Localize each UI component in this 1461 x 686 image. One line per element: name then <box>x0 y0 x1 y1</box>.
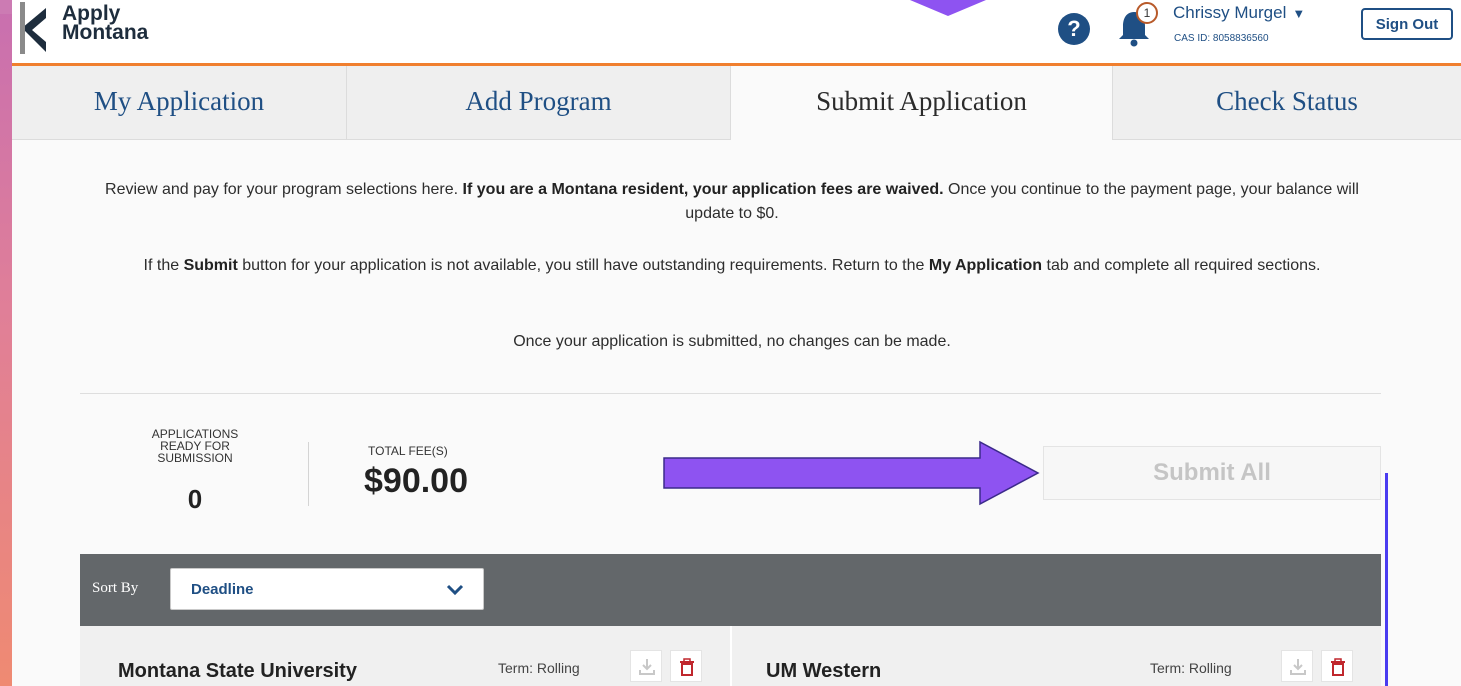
submit-application-panel: Review and pay for your program selectio… <box>12 140 1461 686</box>
download-button[interactable] <box>1281 650 1313 682</box>
left-edge-decoration <box>0 0 12 686</box>
user-name: Chrissy Murgel <box>1173 3 1287 22</box>
tab-my-application[interactable]: My Application <box>12 66 347 140</box>
total-fees-value: $90.00 <box>364 462 468 500</box>
tab-submit-application[interactable]: Submit Application <box>731 66 1113 141</box>
submit-all-button[interactable]: Submit All <box>1043 446 1381 500</box>
trash-icon <box>1331 658 1345 676</box>
summary-divider <box>308 442 309 506</box>
logo-mark-icon <box>20 2 46 54</box>
section-divider <box>80 393 1381 394</box>
program-card: Montana State University Term: Rolling <box>80 626 730 686</box>
sort-selected-value: Deadline <box>191 581 254 598</box>
sort-toolbar: Sort By Deadline <box>80 554 1381 626</box>
ready-for-submission-count: 0 <box>187 484 203 514</box>
logo-line-2: Montana <box>62 21 149 44</box>
top-header: Apply Montana ? 1 Chrissy Murgel ▼ CAS ID… <box>12 0 1461 66</box>
program-cards: Montana State University Term: Rolling U… <box>80 626 1381 686</box>
logo-text: Apply Montana <box>62 3 149 44</box>
help-icon[interactable]: ? <box>1058 13 1090 45</box>
chevron-down-icon: ▼ <box>1292 6 1306 21</box>
delete-button[interactable] <box>1321 650 1353 682</box>
annotation-vertical-bar <box>1385 473 1388 686</box>
chevron-down-icon <box>446 584 464 596</box>
program-term: Term: Rolling <box>1150 660 1232 676</box>
user-menu[interactable]: Chrissy Murgel ▼ <box>1173 3 1305 23</box>
annotation-callout-triangle <box>910 0 986 16</box>
notification-count-badge: 1 <box>1136 2 1158 24</box>
program-term: Term: Rolling <box>498 660 580 676</box>
intro-paragraph-requirements: If the Submit button for your applicatio… <box>82 254 1382 278</box>
ready-for-submission-label: APPLICATIONS READY FOR SUBMISSION <box>151 427 239 465</box>
intro-text: Review and pay for your program selectio… <box>105 181 463 198</box>
intro-bold-text: My Application <box>928 257 1043 274</box>
delete-button[interactable] <box>670 650 702 682</box>
intro-text: button for your application is not avail… <box>237 257 929 274</box>
sort-by-select[interactable]: Deadline <box>170 568 484 610</box>
tab-check-status[interactable]: Check Status <box>1113 66 1461 140</box>
program-name: Montana State University <box>118 660 357 682</box>
intro-text: If the <box>143 257 184 274</box>
program-name: UM Western <box>766 660 882 682</box>
download-button[interactable] <box>630 650 662 682</box>
download-icon <box>639 659 655 675</box>
program-card: UM Western Term: Rolling <box>732 626 1381 686</box>
main-tabs: My Application Add Program Submit Applic… <box>12 66 1461 141</box>
total-fees-label: TOTAL FEE(S) <box>368 444 448 458</box>
sign-out-button[interactable]: Sign Out <box>1361 8 1453 40</box>
intro-bold-text: Submit <box>183 257 238 274</box>
download-icon <box>1290 659 1306 675</box>
sort-by-label: Sort By <box>92 580 139 596</box>
intro-paragraph-fees: Review and pay for your program selectio… <box>82 178 1382 226</box>
cas-id: CAS ID: 8058836560 <box>1174 33 1269 44</box>
trash-icon <box>680 658 694 676</box>
apply-montana-logo[interactable]: Apply Montana <box>18 0 188 58</box>
intro-bold-text: If you are a Montana resident, your appl… <box>462 181 944 198</box>
intro-text: tab and complete all required sections. <box>1042 257 1321 274</box>
intro-paragraph-final: Once your application is submitted, no c… <box>513 333 951 350</box>
tab-add-program[interactable]: Add Program <box>347 66 731 140</box>
annotation-arrow-icon <box>663 440 1040 506</box>
